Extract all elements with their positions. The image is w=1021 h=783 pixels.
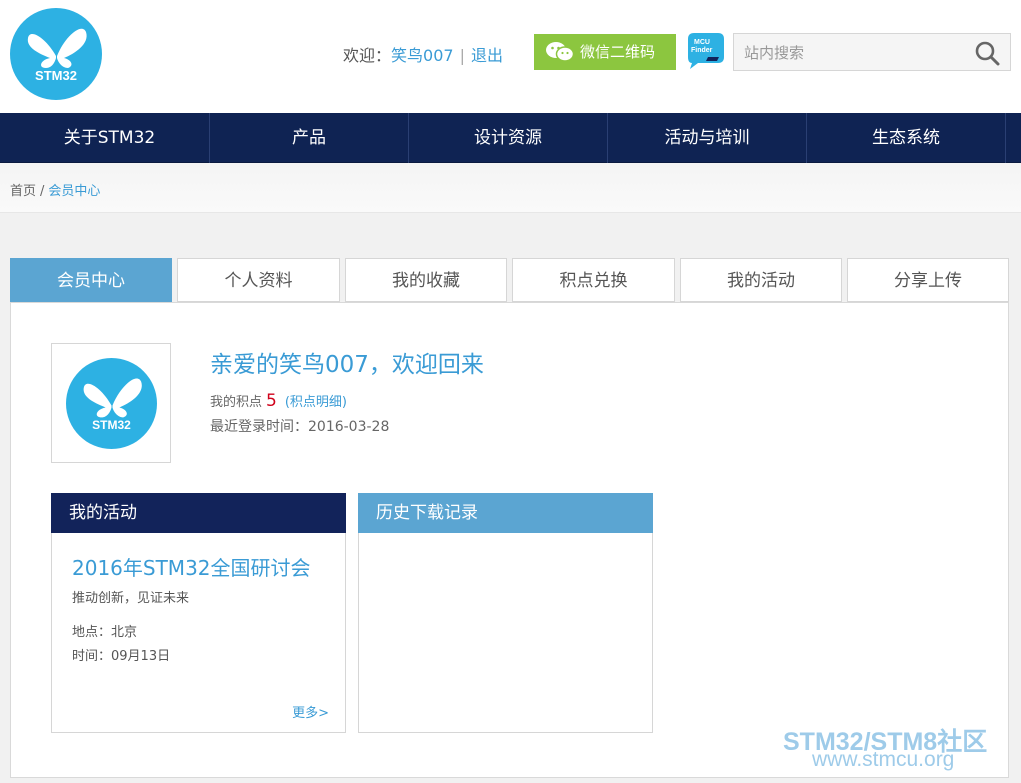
- nav-item-design-resources[interactable]: 设计资源: [409, 113, 607, 163]
- event-subtitle: 推动创新，见证未来: [72, 591, 190, 606]
- tab-profile[interactable]: 个人资料: [177, 258, 340, 302]
- nav-item-products[interactable]: 产品: [210, 113, 408, 163]
- download-history-header: 历史下载记录: [358, 493, 653, 533]
- butterfly-icon: [27, 28, 87, 68]
- nav-divider: [1005, 113, 1006, 163]
- stm32-logo[interactable]: STM32: [10, 8, 102, 100]
- tab-my-activities[interactable]: 我的活动: [680, 258, 842, 302]
- avatar-logo-text: STM32: [92, 418, 131, 432]
- breadcrumb-current[interactable]: 会员中心: [48, 184, 100, 199]
- points-value: 5: [266, 391, 277, 411]
- nav-item-about[interactable]: 关于STM32: [10, 113, 209, 163]
- download-history-box: 历史下载记录: [358, 493, 653, 733]
- tab-member-center[interactable]: 会员中心: [10, 258, 172, 302]
- last-login: 最近登录时间：2016-03-28: [210, 419, 390, 435]
- welcome-separator: |: [459, 46, 465, 65]
- mcu-finder-badge[interactable]: MCU Finder: [686, 33, 724, 69]
- more-link[interactable]: 更多>: [292, 702, 329, 721]
- tab-share-upload[interactable]: 分享上传: [847, 258, 1009, 302]
- welcome-bar: 欢迎：笑鸟007 | 退出: [343, 42, 503, 66]
- nav-item-events-training[interactable]: 活动与培训: [608, 113, 806, 163]
- mcu-finder-icon: MCU Finder: [688, 33, 724, 69]
- welcome-prefix: 欢迎：: [343, 46, 392, 65]
- breadcrumb: 首页 / 会员中心: [10, 180, 100, 199]
- username-link[interactable]: 笑鸟007: [391, 46, 454, 65]
- logout-link[interactable]: 退出: [471, 46, 503, 65]
- logo-text: STM32: [35, 68, 77, 83]
- main-nav: 关于STM32 产品 设计资源 活动与培训 生态系统: [0, 113, 1021, 163]
- event-time: 时间：09月13日: [72, 649, 171, 664]
- site-search: [733, 33, 1011, 71]
- points-label: 我的积点: [210, 395, 263, 410]
- wechat-qr-button[interactable]: 微信二维码: [534, 34, 676, 70]
- avatar[interactable]: STM32: [51, 343, 171, 463]
- search-icon[interactable]: [974, 40, 1000, 66]
- points-detail-link[interactable]: (积点明细): [285, 395, 347, 410]
- wechat-icon: [546, 42, 574, 62]
- mcu-finder-line1: MCU: [694, 39, 710, 46]
- welcome-heading: 亲爱的笑鸟007，欢迎回来: [210, 352, 484, 378]
- watermark-url: www.stmcu.org: [812, 748, 955, 771]
- event-title-link[interactable]: 2016年STM32全国研讨会: [72, 552, 311, 581]
- tab-points-exchange[interactable]: 积点兑换: [512, 258, 675, 302]
- wechat-label: 微信二维码: [580, 43, 656, 61]
- site-header: STM32 欢迎：笑鸟007 | 退出 微信二维码 MCU Finder: [0, 0, 1021, 113]
- tab-favorites[interactable]: 我的收藏: [345, 258, 507, 302]
- my-activities-header: 我的活动: [51, 493, 346, 533]
- my-activities-box: 我的活动 2016年STM32全国研讨会 推动创新，见证未来 地点：北京 时间：…: [51, 493, 346, 733]
- butterfly-icon: [83, 378, 142, 418]
- event-place: 地点：北京: [72, 625, 138, 640]
- breadcrumb-separator: /: [40, 184, 45, 199]
- breadcrumb-bar: 首页 / 会员中心: [0, 163, 1021, 213]
- search-input[interactable]: [744, 42, 964, 64]
- mcu-finder-line2: Finder: [691, 47, 713, 54]
- points-line: 我的积点 5 (积点明细): [210, 391, 347, 411]
- avatar-logo: STM32: [66, 358, 157, 449]
- breadcrumb-home[interactable]: 首页: [10, 184, 36, 199]
- nav-item-ecosystem[interactable]: 生态系统: [807, 113, 1005, 163]
